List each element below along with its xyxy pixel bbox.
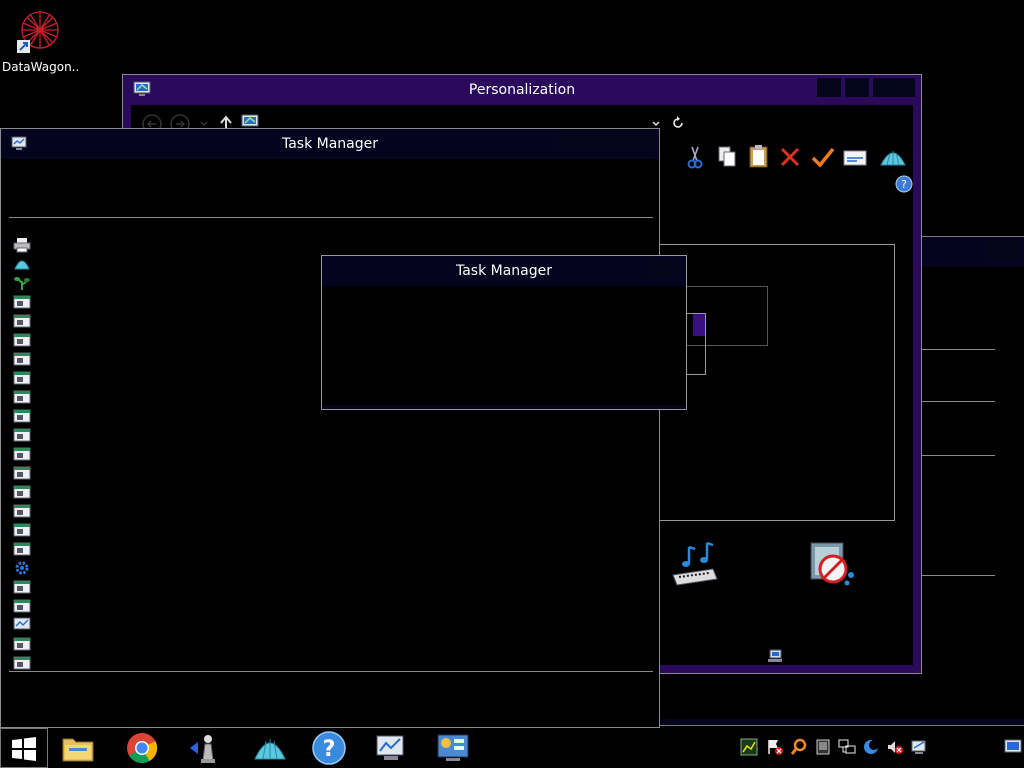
taskbar-shell-app[interactable] — [240, 728, 300, 768]
window-icon[interactable] — [13, 636, 31, 652]
windows-logo-icon — [12, 737, 36, 761]
window-icon[interactable] — [13, 598, 31, 614]
refresh-icon[interactable] — [671, 116, 685, 130]
taskbar: ? — [0, 728, 1024, 768]
window-icon[interactable] — [13, 389, 31, 405]
delete-icon[interactable] — [779, 146, 801, 168]
checkmark-icon[interactable] — [811, 146, 835, 168]
task-manager-app-icon — [11, 136, 27, 150]
personalization-titlebar[interactable]: Personalization — [123, 75, 921, 105]
volume-muted-icon[interactable] — [886, 738, 904, 756]
window-icon[interactable] — [13, 579, 31, 595]
window-icon[interactable] — [13, 294, 31, 310]
window-icon[interactable] — [13, 541, 31, 557]
screen-saver-icon[interactable] — [807, 539, 859, 591]
printer-icon[interactable] — [13, 237, 31, 253]
dialog-close-button[interactable] — [650, 259, 680, 278]
start-button[interactable] — [0, 728, 48, 768]
help-icon: ? — [312, 731, 346, 765]
task-manager-window[interactable]: Task Manager — [0, 128, 660, 728]
control-panel-icon — [437, 734, 469, 761]
shell-icon[interactable] — [879, 145, 907, 169]
network-icon[interactable] — [838, 738, 856, 756]
taskbar-chess[interactable] — [176, 728, 236, 768]
dialog-bottom-edge — [322, 405, 686, 409]
moon-icon[interactable] — [862, 738, 880, 756]
sounds-icon[interactable] — [669, 539, 721, 589]
taskbar-performance-monitor[interactable] — [362, 728, 422, 768]
divider — [9, 217, 653, 218]
plant-icon[interactable] — [13, 275, 31, 291]
remote-connection-icon[interactable] — [910, 738, 928, 756]
taskbar-file-explorer[interactable] — [48, 728, 108, 768]
desktop-icon-label: DataWagon... — [2, 60, 78, 74]
window-icon[interactable] — [13, 351, 31, 367]
window-icon[interactable] — [13, 408, 31, 424]
gear-icon[interactable] — [13, 560, 31, 576]
tray-app-icon[interactable] — [740, 738, 758, 756]
window-title: Task Manager — [281, 136, 379, 152]
shell-icon — [254, 739, 286, 760]
dialog-title: Task Manager — [455, 263, 553, 279]
personalization-app-icon — [133, 81, 151, 96]
cut-icon[interactable] — [684, 145, 706, 169]
task-manager-icon[interactable] — [13, 617, 31, 633]
maximize-button[interactable] — [845, 78, 869, 97]
window-icon[interactable] — [13, 370, 31, 386]
divider — [9, 671, 653, 672]
chrome-icon — [127, 733, 158, 764]
window-icon[interactable] — [13, 522, 31, 538]
datawagon-icon — [17, 11, 59, 53]
window-icon[interactable] — [13, 655, 31, 671]
task-manager-control-buttons[interactable] — [557, 131, 655, 150]
task-manager-dialog-titlebar[interactable]: Task Manager — [322, 256, 686, 286]
window-icon[interactable] — [13, 446, 31, 462]
window-title: Personalization — [468, 82, 576, 98]
window-icon[interactable] — [13, 332, 31, 348]
help-icon[interactable]: ? — [895, 175, 913, 193]
window-icon[interactable] — [13, 427, 31, 443]
copy-icon[interactable] — [716, 145, 738, 169]
taskbar-chrome[interactable] — [112, 728, 172, 768]
minimize-button[interactable] — [817, 78, 841, 97]
svg-text:?: ? — [901, 178, 907, 191]
desktop-icon-datawagon[interactable]: DataWagon... — [2, 6, 78, 76]
close-button[interactable] — [873, 78, 915, 97]
window-icon[interactable] — [13, 465, 31, 481]
svg-text:?: ? — [323, 737, 336, 762]
chess-piece-icon — [190, 735, 215, 763]
email-icon[interactable] — [843, 149, 867, 167]
taskbar-control-panel[interactable] — [424, 728, 484, 768]
performance-monitor-icon — [376, 735, 404, 760]
shell-icon[interactable] — [13, 256, 31, 272]
task-manager-dialog[interactable]: Task Manager — [321, 255, 687, 410]
device-icon[interactable] — [814, 738, 832, 756]
paste-icon[interactable] — [747, 143, 771, 169]
window-icon[interactable] — [13, 503, 31, 519]
network-monitor-icon — [768, 649, 782, 662]
window-icon[interactable] — [13, 313, 31, 329]
window-icon[interactable] — [13, 484, 31, 500]
folder-icon — [62, 738, 94, 762]
search-icon[interactable] — [790, 738, 808, 756]
taskbar-help[interactable]: ? — [300, 728, 360, 768]
background-window-close-button[interactable] — [989, 241, 1019, 260]
action-center-flag-icon[interactable] — [766, 738, 784, 756]
show-desktop-icon[interactable] — [1004, 738, 1022, 756]
